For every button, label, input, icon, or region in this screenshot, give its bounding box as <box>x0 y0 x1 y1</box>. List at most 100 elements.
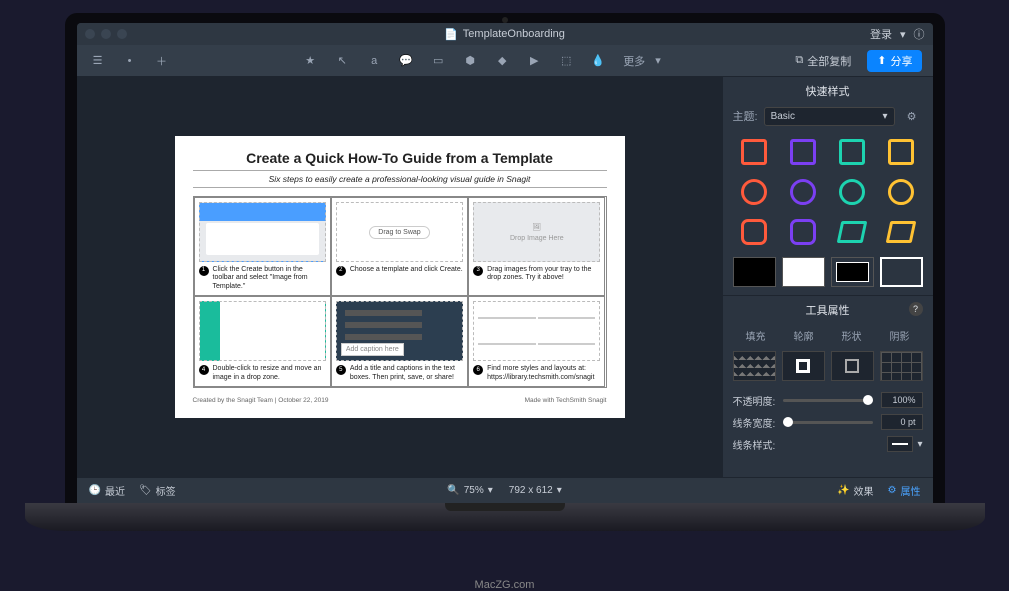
step-cell: Add caption here 5Add a title and captio… <box>331 296 468 387</box>
shape-tool-icon[interactable]: ▭ <box>427 50 449 72</box>
step-cell: 4Double-click to resize and move an imag… <box>194 296 331 387</box>
step-cell: 2Choose a template and click Create. <box>331 197 468 296</box>
info-icon[interactable]: ⓘ <box>914 26 925 42</box>
step-caption: Add a title and captions in the text box… <box>350 365 463 382</box>
shape-picker[interactable] <box>831 351 874 381</box>
style-square-yellow[interactable] <box>880 135 923 169</box>
style-square-purple[interactable] <box>782 135 825 169</box>
step-thumbnail[interactable] <box>199 301 326 361</box>
favorite-tool-icon[interactable]: ★ <box>299 50 321 72</box>
more-tools[interactable]: 更多 <box>623 53 645 69</box>
gear-icon: ⚙ <box>888 485 897 496</box>
statusbar: 🕒最近 🏷标签 🔍75%▾ 792 x 612▾ ✨效果 ⚙属性 <box>77 477 933 503</box>
copy-all-button[interactable]: ⧉ 全部复制 <box>787 50 859 72</box>
arrow-tool-icon[interactable]: ↖ <box>331 50 353 72</box>
style-circle-teal[interactable] <box>831 175 874 209</box>
image-icon: 🖼 <box>532 223 541 231</box>
move-tool-icon[interactable]: ▶ <box>523 50 545 72</box>
quick-styles-grid <box>723 135 933 257</box>
style-roundsq-purple[interactable] <box>782 215 825 249</box>
toolbar: ☰ • ＋ ★ ↖ a 💬 ▭ ⬢ ◆ ▶ ⬚ 💧 更多 ▾ <box>77 45 933 77</box>
tool-properties-title: 工具属性 ? <box>723 295 933 324</box>
chevron-down-icon[interactable]: ▾ <box>917 439 922 450</box>
text-tool-icon[interactable]: a <box>363 50 385 72</box>
opacity-value[interactable]: 100% <box>881 392 923 408</box>
recent-button[interactable]: 🕒最近 <box>89 483 125 498</box>
blur-tool-icon[interactable]: 💧 <box>587 50 609 72</box>
tags-button[interactable]: 🏷标签 <box>139 483 176 498</box>
share-icon: ⬆ <box>877 54 886 67</box>
drop-zone[interactable]: 🖼Drop Image Here <box>473 202 600 262</box>
properties-sidebar: 快速样式 主题: Basic ▾ ⚙ <box>723 77 933 477</box>
gear-icon[interactable]: ⚙ <box>901 105 923 127</box>
style-para-yellow[interactable] <box>880 215 923 249</box>
style-para-teal[interactable] <box>831 215 874 249</box>
style-square-orange[interactable] <box>733 135 776 169</box>
style-square-teal[interactable] <box>831 135 874 169</box>
document-icon: 📄 <box>444 28 458 41</box>
step-thumbnail[interactable]: Add caption here <box>336 301 463 361</box>
line-width-row: 线条宽度: 0 pt <box>723 411 933 433</box>
menu-icon[interactable]: ☰ <box>87 50 109 72</box>
canvas-area[interactable]: Create a Quick How-To Guide from a Templ… <box>77 77 723 477</box>
fill-tool-icon[interactable]: ◆ <box>491 50 513 72</box>
opacity-slider[interactable] <box>783 399 872 402</box>
stamp-tool-icon[interactable]: ⬢ <box>459 50 481 72</box>
theme-select[interactable]: Basic ▾ <box>764 107 895 126</box>
add-icon[interactable]: ＋ <box>151 50 173 72</box>
theme-label: 主题: <box>733 108 758 124</box>
tab-outline[interactable]: 轮廓 <box>781 324 827 347</box>
tab-fill[interactable]: 填充 <box>733 324 779 347</box>
close-icon[interactable] <box>85 29 95 39</box>
quick-styles-title: 快速样式 <box>723 77 933 105</box>
wand-icon: ✨ <box>837 485 849 496</box>
style-circle-orange[interactable] <box>733 175 776 209</box>
fill-picker[interactable] <box>733 351 776 381</box>
dimensions-control[interactable]: 792 x 612▾ <box>509 485 562 496</box>
style-circle-yellow[interactable] <box>880 175 923 209</box>
style-circle-purple[interactable] <box>782 175 825 209</box>
opacity-row: 不透明度: 100% <box>723 389 933 411</box>
step-thumbnail[interactable] <box>473 301 600 361</box>
outline-picker[interactable] <box>782 351 825 381</box>
line-style-picker[interactable] <box>887 436 913 452</box>
tag-icon: 🏷 <box>139 485 152 496</box>
chevron-down-icon[interactable]: ▾ <box>900 28 906 41</box>
chevron-down-icon: ▾ <box>488 485 493 496</box>
zoom-control[interactable]: 🔍75%▾ <box>447 485 493 496</box>
doc-title: Create a Quick How-To Guide from a Templ… <box>193 150 607 166</box>
clock-icon: 🕒 <box>89 485 101 496</box>
step-cell: 🖼Drop Image Here 3Drag images from your … <box>468 197 605 296</box>
line-style-row: 线条样式: ▾ <box>723 433 933 455</box>
fill-outline-dark[interactable] <box>831 257 874 287</box>
maximize-icon[interactable] <box>117 29 127 39</box>
line-width-slider[interactable] <box>783 421 872 424</box>
step-caption: Click the Create button in the toolbar a… <box>213 266 326 291</box>
help-icon[interactable]: ? <box>909 302 923 316</box>
fill-outline-light[interactable] <box>880 257 923 287</box>
dot-icon[interactable]: • <box>119 50 141 72</box>
window-controls[interactable] <box>85 29 127 39</box>
step-caption: Find more styles and layouts at: https:/… <box>487 365 600 382</box>
window-title: TemplateOnboarding <box>463 28 565 40</box>
fill-swatches <box>723 257 933 295</box>
share-button[interactable]: ⬆ 分享 <box>867 50 922 72</box>
step-thumbnail[interactable] <box>199 202 326 262</box>
step-thumbnail[interactable] <box>336 202 463 262</box>
step-cell: 6Find more styles and layouts at: https:… <box>468 296 605 387</box>
minimize-icon[interactable] <box>101 29 111 39</box>
selection-tool-icon[interactable]: ⬚ <box>555 50 577 72</box>
fill-black[interactable] <box>733 257 776 287</box>
tab-shadow[interactable]: 阴影 <box>877 324 923 347</box>
line-width-value[interactable]: 0 pt <box>881 414 923 430</box>
tab-shape[interactable]: 形状 <box>829 324 875 347</box>
properties-button[interactable]: ⚙属性 <box>888 483 921 498</box>
document[interactable]: Create a Quick How-To Guide from a Templ… <box>175 136 625 418</box>
style-roundsq-orange[interactable] <box>733 215 776 249</box>
callout-tool-icon[interactable]: 💬 <box>395 50 417 72</box>
effects-button[interactable]: ✨效果 <box>837 483 873 498</box>
shadow-picker[interactable] <box>880 351 923 381</box>
fill-white[interactable] <box>782 257 825 287</box>
login-link[interactable]: 登录 <box>870 26 892 42</box>
chevron-down-icon[interactable]: ▾ <box>655 54 661 67</box>
